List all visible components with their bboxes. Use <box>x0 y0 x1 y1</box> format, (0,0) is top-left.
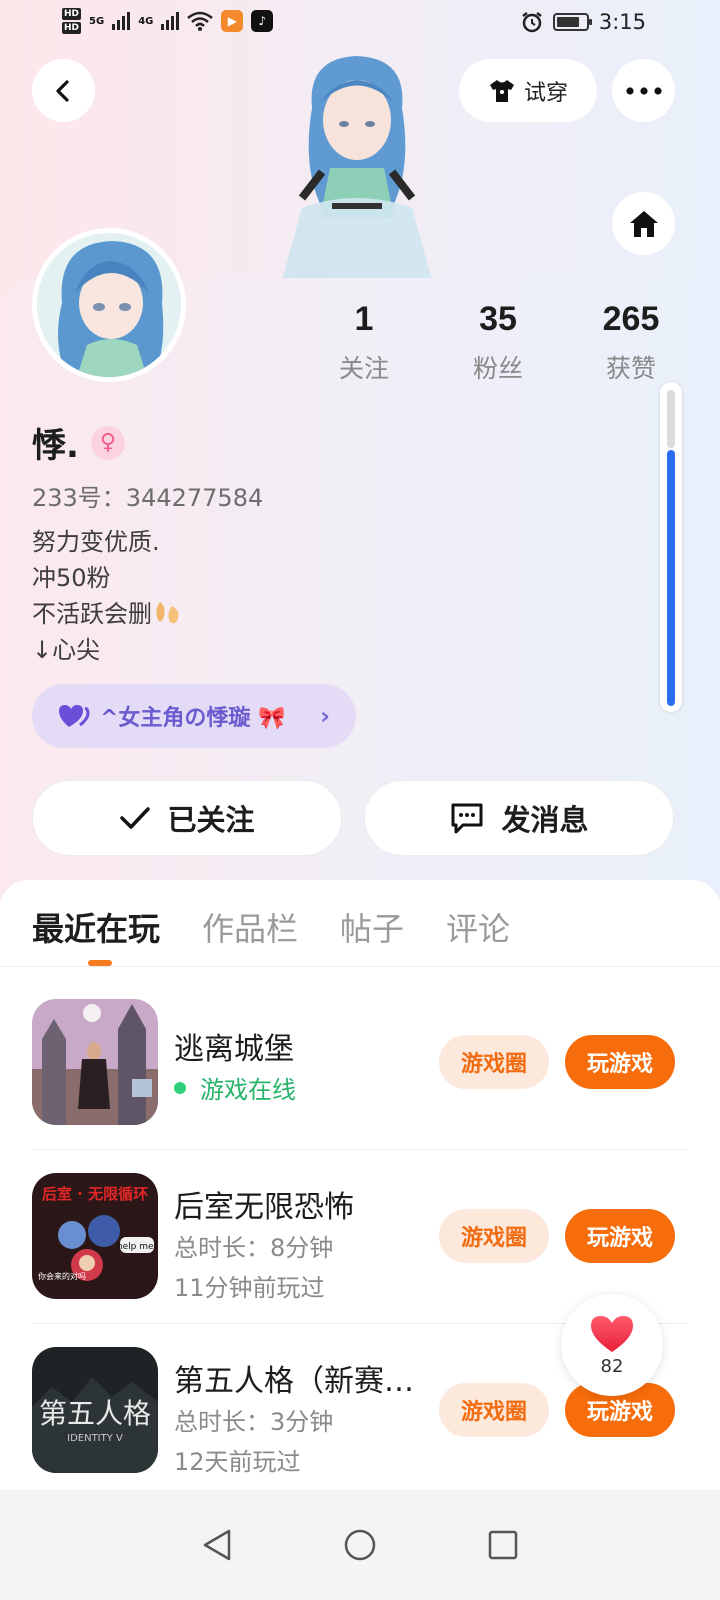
tab-posts[interactable]: 帖子 <box>340 904 404 950</box>
likes-count: 265 <box>602 300 660 338</box>
heart-icon <box>591 1315 633 1352</box>
following-count: 1 <box>354 300 374 338</box>
name-row: 悸. ♀ <box>32 418 125 467</box>
bio-line: 不活跃会删 <box>32 596 184 632</box>
last-played: 12天前玩过 <box>174 1448 301 1476</box>
try-on-button[interactable]: 试穿 <box>459 59 597 122</box>
total-duration: 总时长：3分钟 <box>174 1408 334 1436</box>
status-bar: HD HD 5G 4G ▶ ♪ 3:15 <box>0 0 720 48</box>
status-time: 3:15 <box>598 10 646 34</box>
battery-icon <box>552 13 592 31</box>
game-title: 第五人格（新赛季） <box>174 1364 424 1399</box>
home-icon <box>629 210 658 237</box>
back-button[interactable] <box>32 59 95 122</box>
chevron-right-icon: › <box>320 702 330 730</box>
svg-text:后室 · 无限循环: 后室 · 无限循环 <box>42 1185 148 1203</box>
game-title: 后室无限恐怖 <box>174 1190 354 1225</box>
bio-line: 努力变优质. <box>32 528 160 556</box>
nav-back-icon[interactable] <box>201 1528 233 1562</box>
like-count: 82 <box>600 1355 624 1377</box>
fans-count: 35 <box>479 300 517 338</box>
online-status: 游戏在线 <box>174 1070 296 1105</box>
stat-likes[interactable]: 265 获赞 <box>576 300 686 385</box>
network-5g-label: 5G <box>89 15 105 27</box>
svg-text:IDENTITY V: IDENTITY V <box>67 1433 123 1444</box>
system-navigation-bar <box>0 1490 720 1600</box>
heart-group-icon <box>59 705 90 727</box>
signal-icon <box>112 12 131 30</box>
group-chip[interactable]: ^女主角の悸璇 🎀 › <box>32 684 356 748</box>
user-bio: 努力变优质. 冲50粉 不活跃会删 ↓心尖 <box>32 524 184 668</box>
message-label: 发消息 <box>501 803 589 837</box>
game-icon-identity-v: 第五人格 IDENTITY V <box>32 1347 158 1473</box>
more-dots-icon <box>625 86 662 95</box>
list-item[interactable]: 逃离城堡 游戏在线 游戏圈 玩游戏 <box>0 976 720 1150</box>
tab-recent-playing[interactable]: 最近在玩 <box>32 904 160 966</box>
like-float-button[interactable]: 82 <box>561 1294 663 1396</box>
tab-bar: 最近在玩 作品栏 帖子 评论 <box>32 904 510 966</box>
avatar[interactable] <box>32 228 186 382</box>
followed-label: 已关注 <box>167 803 255 837</box>
tiktok-icon: ♪ <box>251 10 274 32</box>
play-game-button[interactable]: 玩游戏 <box>565 1209 675 1263</box>
stat-fans[interactable]: 35 粉丝 <box>443 300 553 385</box>
bio-line: 冲50粉 <box>32 564 111 592</box>
stat-following[interactable]: 1 关注 <box>309 300 419 385</box>
tab-divider <box>0 966 720 967</box>
hd-indicator: HD HD <box>62 8 82 34</box>
fans-label: 粉丝 <box>472 354 523 383</box>
last-played: 11分钟前玩过 <box>174 1274 325 1302</box>
game-icon-backrooms: 后室 · 无限循环 help me! 你会来的对吗 <box>32 1173 158 1299</box>
alarm-icon <box>522 12 542 33</box>
game-title: 逃离城堡 <box>174 1032 294 1067</box>
avatar-character-illustration <box>282 56 432 280</box>
avatar-image <box>37 233 181 377</box>
svg-text:第五人格: 第五人格 <box>39 1397 151 1430</box>
network-4g-label: 4G <box>138 15 154 27</box>
try-on-label: 试穿 <box>523 80 568 106</box>
peach-emoji-icon <box>156 602 179 624</box>
total-duration: 总时长：8分钟 <box>174 1234 334 1262</box>
nav-recents-icon[interactable] <box>487 1529 519 1561</box>
tab-comments[interactable]: 评论 <box>446 904 510 950</box>
wifi-icon <box>187 11 214 31</box>
video-app-icon: ▶ <box>221 10 244 32</box>
game-icon-escape-castle <box>32 999 158 1125</box>
tshirt-icon <box>489 79 514 102</box>
nav-home-icon[interactable] <box>343 1528 377 1562</box>
more-options-button[interactable] <box>612 59 675 122</box>
game-circle-button[interactable]: 游戏圈 <box>439 1209 549 1263</box>
game-circle-button[interactable]: 游戏圈 <box>439 1035 549 1089</box>
content-panel: 最近在玩 作品栏 帖子 评论 逃离城堡 游戏在线 游戏圈 玩游戏 后室 · 无限… <box>0 880 720 1500</box>
chat-bubble-icon <box>451 803 483 834</box>
svg-text:help me!: help me! <box>117 1242 157 1252</box>
game-circle-button[interactable]: 游戏圈 <box>439 1383 549 1437</box>
tab-works[interactable]: 作品栏 <box>202 904 298 950</box>
message-button[interactable]: 发消息 <box>364 780 674 856</box>
following-label: 关注 <box>338 354 389 383</box>
bio-scrollbar[interactable] <box>660 382 682 712</box>
online-dot-icon <box>174 1081 186 1094</box>
svg-text:你会来的对吗: 你会来的对吗 <box>38 1271 86 1281</box>
likes-label: 获赞 <box>605 354 656 383</box>
user-id: 233号：344277584 <box>32 484 264 512</box>
check-icon <box>120 807 151 829</box>
female-icon: ♀ <box>90 425 125 460</box>
play-game-button[interactable]: 玩游戏 <box>565 1035 675 1089</box>
user-name: 悸. <box>32 426 79 466</box>
chevron-left-icon <box>55 79 69 102</box>
bio-line: ↓心尖 <box>32 636 101 664</box>
group-chip-label: ^女主角の悸璇 🎀 <box>100 706 286 731</box>
home-button[interactable] <box>612 192 675 255</box>
signal-icon-2 <box>161 12 180 30</box>
followed-button[interactable]: 已关注 <box>32 780 342 856</box>
